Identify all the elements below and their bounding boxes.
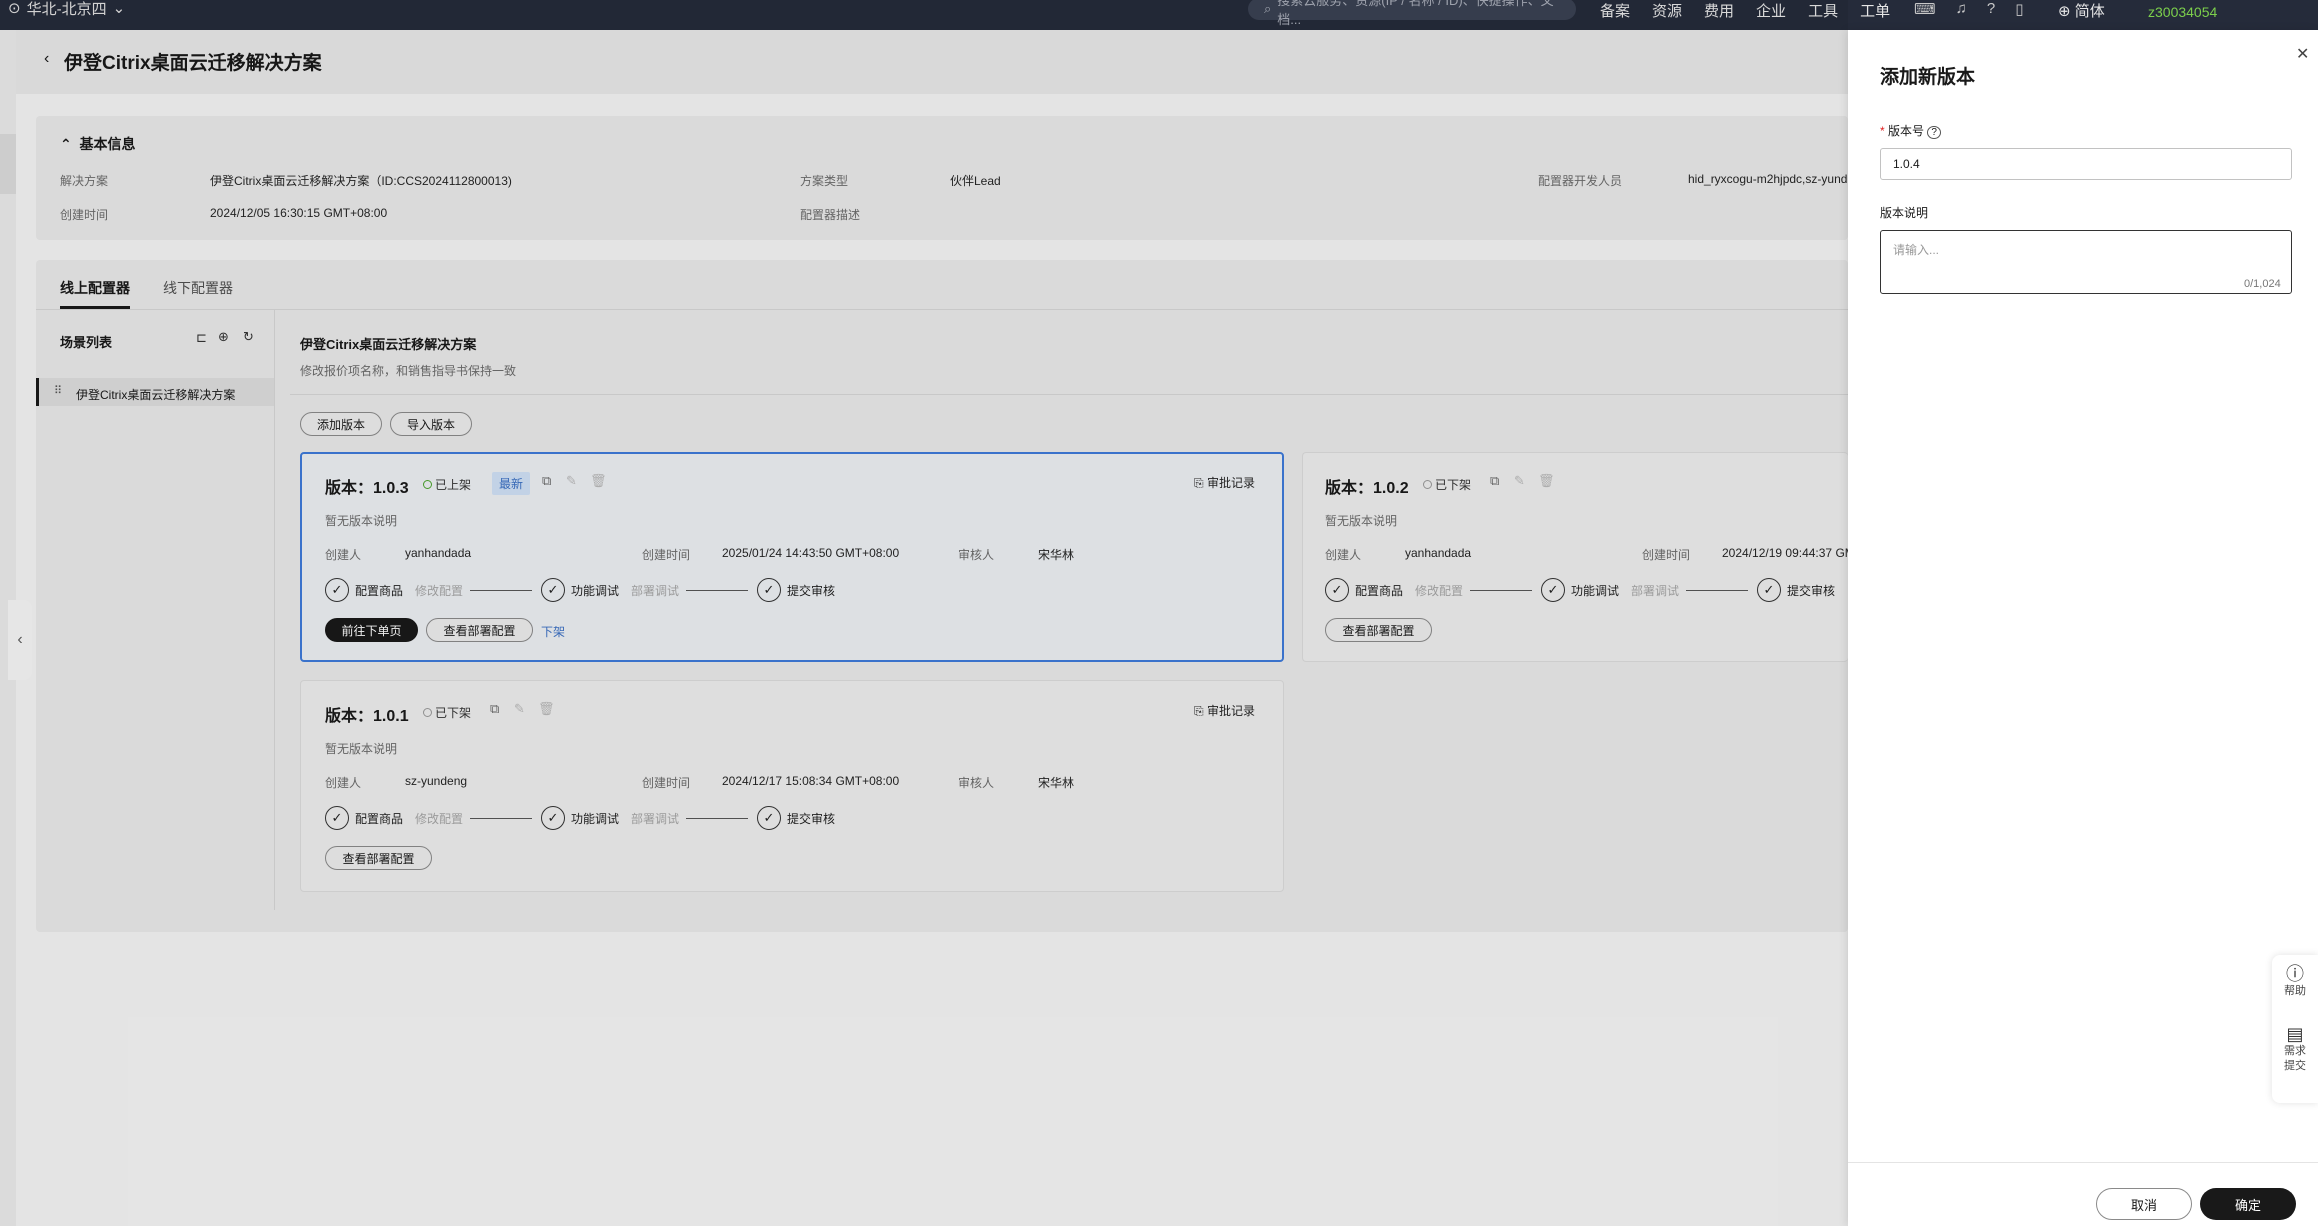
drawer-title: 添加新版本 xyxy=(1880,67,1976,88)
requirement-submit-button[interactable]: ▤ 需求 提交 xyxy=(2272,1024,2318,1074)
floating-help-panel: ⓘ 帮助 ▤ 需求 提交 xyxy=(2272,955,2318,1103)
drawer-footer-divider xyxy=(1848,1162,2318,1163)
version-number-label: * 版本号 ? xyxy=(1880,122,1941,139)
doc-icon[interactable]: ▯ xyxy=(2015,0,2023,18)
help-button[interactable]: ⓘ 帮助 xyxy=(2272,964,2318,999)
required-icon: * xyxy=(1880,124,1885,138)
language-switch[interactable]: ⊕ 简体 xyxy=(2058,0,2105,21)
confirm-button[interactable]: 确定 xyxy=(2200,1188,2296,1220)
form-icon: ▤ xyxy=(2286,1024,2304,1044)
version-desc-label: 版本说明 xyxy=(1880,206,1929,220)
help-circle-icon: ⓘ xyxy=(2286,964,2304,984)
collapse-chevron-left-icon[interactable]: ‹ xyxy=(8,600,32,680)
cancel-button[interactable]: 取消 xyxy=(2096,1188,2192,1220)
user-account[interactable]: z30034054 xyxy=(2148,4,2217,20)
version-number-input[interactable]: 1.0.4 xyxy=(1880,148,2292,180)
add-version-drawer: 添加新版本 ✕ * 版本号 ? 1.0.4 版本说明 请输入... 0/1,02… xyxy=(1848,30,2318,1226)
help-icon[interactable]: ? xyxy=(1987,0,1995,18)
bell-icon[interactable]: ♫ xyxy=(1956,0,1967,18)
globe-icon: ⊕ xyxy=(2058,3,2071,20)
terminal-icon[interactable]: ⌨ xyxy=(1914,0,1936,18)
modal-overlay[interactable] xyxy=(0,0,1848,1226)
top-icons: ⌨ ♫ ? ▯ xyxy=(1914,0,2024,18)
char-counter: 0/1,024 xyxy=(2244,278,2281,290)
close-icon[interactable]: ✕ xyxy=(2296,44,2309,64)
question-icon[interactable]: ? xyxy=(1927,126,1941,139)
nav-tickets[interactable]: 工单 xyxy=(1860,0,1890,21)
version-desc-textarea[interactable]: 请输入... xyxy=(1880,230,2292,294)
